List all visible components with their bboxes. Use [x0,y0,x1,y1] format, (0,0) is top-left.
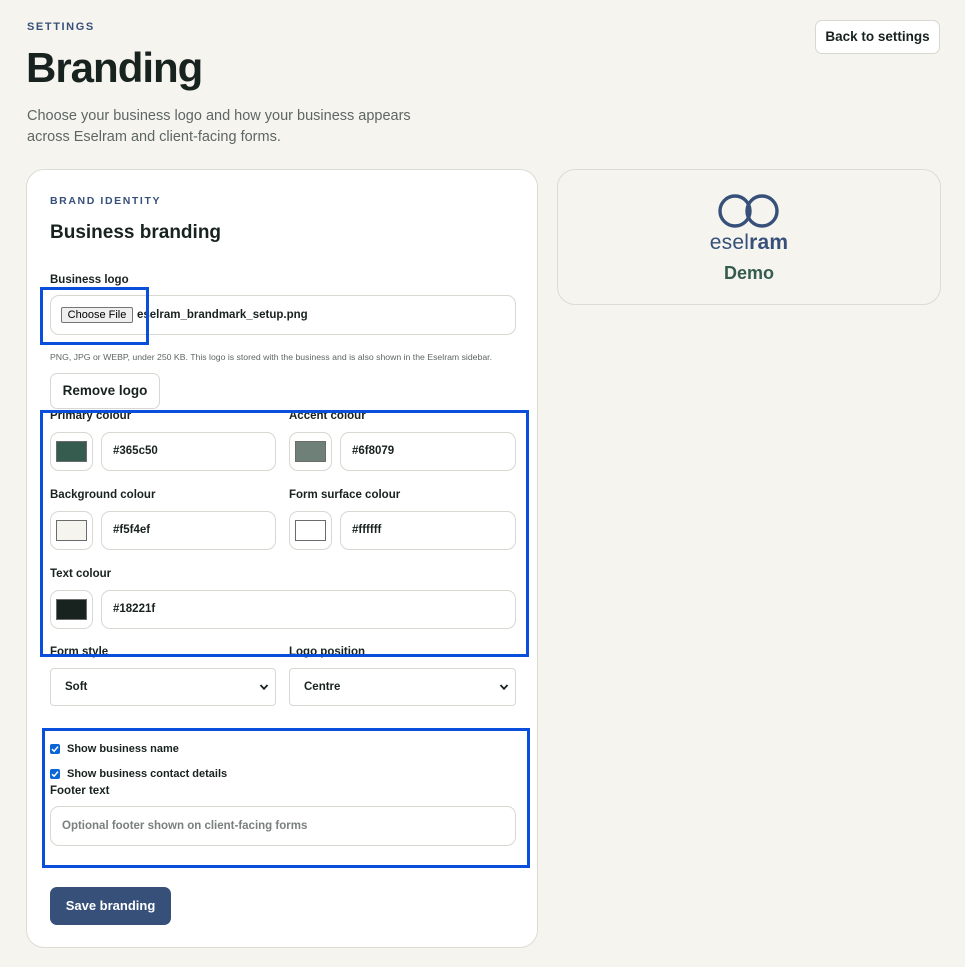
logo-position-select[interactable]: Centre [289,668,516,706]
remove-logo-button[interactable]: Remove logo [50,373,160,409]
brand-logo-icon [718,194,779,228]
colours-highlight-box [40,410,529,657]
page-title: Branding [26,44,203,91]
business-logo-label: Business logo [50,274,129,286]
form-style-select[interactable]: Soft [50,668,276,706]
section-title: Business branding [50,222,222,243]
section-eyebrow: BRAND IDENTITY [50,195,162,207]
preview-business-name: Demo [723,263,774,283]
chevron-down-icon [259,684,269,691]
display-options-highlight-box [42,728,530,868]
logo-position-value: Centre [304,681,341,693]
page-eyebrow: SETTINGS [27,21,95,33]
page-subtitle: Choose your business logo and how your b… [27,108,411,145]
chevron-down-icon [499,684,509,691]
save-branding-button[interactable]: Save branding [50,887,171,925]
logo-filename: eselram_brandmark_setup.png [137,309,308,321]
brand-wordmark-bold: ram [749,231,789,254]
brand-wordmark-light: esel [709,231,750,254]
brand-wordmark: eselram [557,231,941,255]
logo-hint: PNG, JPG or WEBP, under 250 KB. This log… [50,352,492,362]
form-style-value: Soft [65,681,88,693]
logo-highlight-box [40,287,149,345]
back-to-settings-button[interactable]: Back to settings [815,20,940,54]
